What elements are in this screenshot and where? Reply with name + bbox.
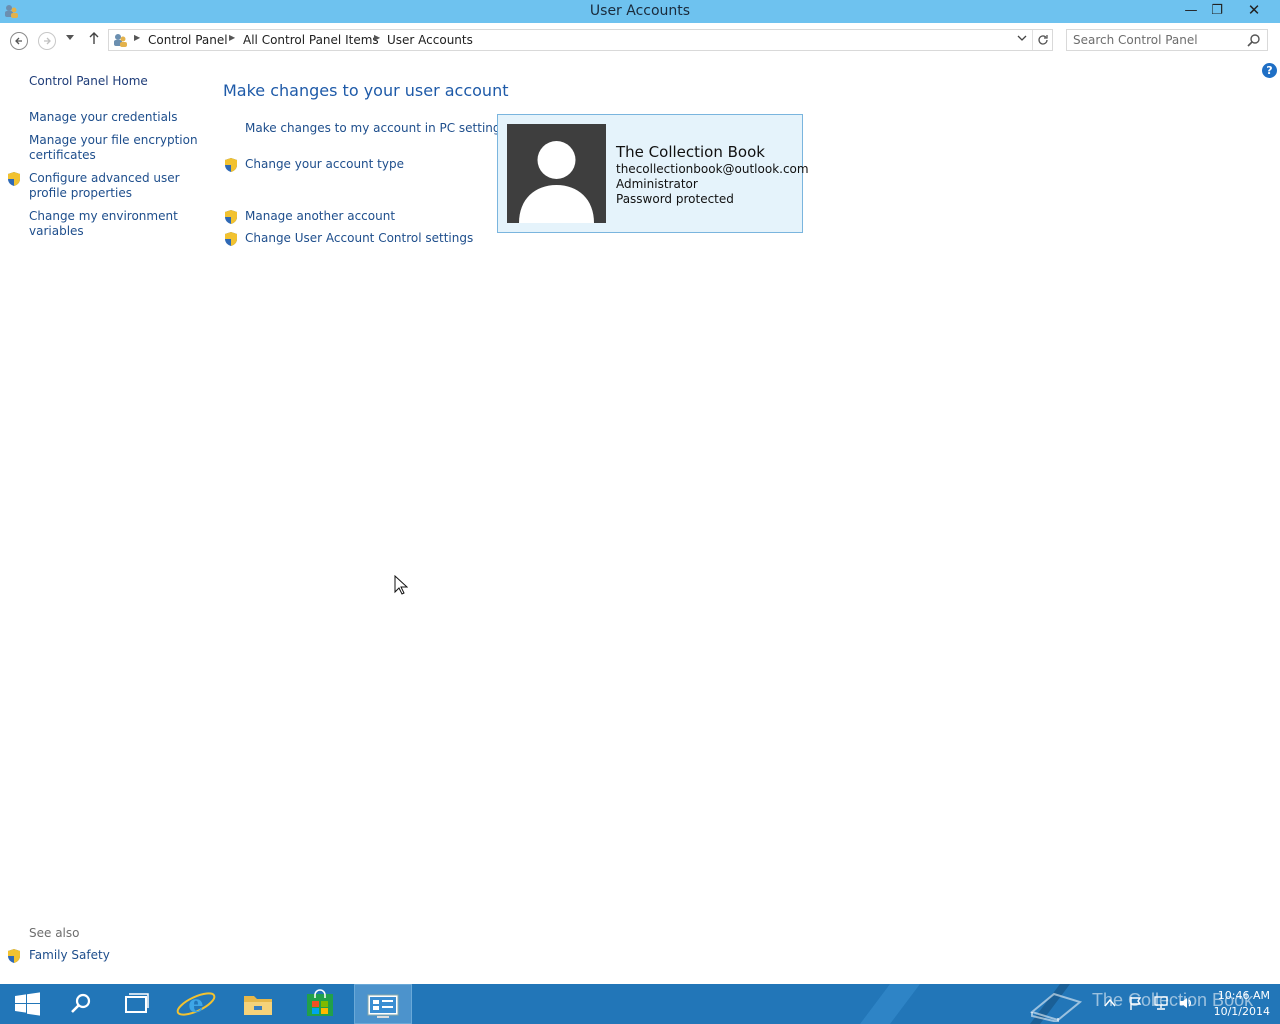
configure-advanced-profile-link[interactable]: Configure advanced user profile properti… <box>29 171 180 201</box>
manage-file-encryption-link[interactable]: Manage your file encryption certificates <box>29 133 198 163</box>
address-history-dropdown[interactable] <box>1014 32 1030 48</box>
up-button[interactable] <box>88 31 100 49</box>
breadcrumb-control-panel[interactable]: Control Panel <box>148 33 228 47</box>
arrow-left-icon <box>15 37 22 45</box>
uac-shield-icon <box>8 172 20 186</box>
search-input[interactable] <box>1073 32 1238 48</box>
control-panel-icon <box>367 994 399 1018</box>
control-panel-icon <box>114 34 127 47</box>
start-button[interactable] <box>0 984 56 1024</box>
store-icon <box>307 989 333 1016</box>
volume-icon[interactable] <box>1178 995 1196 1011</box>
uac-shield-icon <box>225 232 237 246</box>
task-view-button[interactable] <box>108 984 164 1024</box>
uac-shield-icon <box>8 949 20 963</box>
internet-explorer-button[interactable]: e <box>168 984 224 1024</box>
recent-locations-dropdown[interactable] <box>66 34 74 44</box>
mouse-cursor-icon <box>394 575 408 595</box>
arrow-up-icon <box>89 32 99 44</box>
chevron-down-icon <box>66 35 74 40</box>
search-icon[interactable] <box>1247 33 1261 47</box>
svg-text:e: e <box>188 989 203 1018</box>
uac-shield-icon <box>225 158 237 172</box>
search-box[interactable] <box>1066 29 1268 51</box>
search-icon <box>71 993 91 1013</box>
task-view-icon <box>125 993 149 1013</box>
change-environment-variables-link[interactable]: Change my environment variables <box>29 209 178 239</box>
forward-button[interactable] <box>38 32 56 50</box>
back-button[interactable] <box>10 32 28 50</box>
page-title: Make changes to your user account <box>223 81 509 100</box>
breadcrumb-all-control-panel-items[interactable]: All Control Panel Items <box>243 33 379 47</box>
account-role: Administrator <box>616 177 698 191</box>
arrow-right-icon <box>44 37 51 45</box>
restore-button[interactable]: ❐ <box>1204 0 1230 23</box>
book-logo-icon <box>1029 992 1083 1022</box>
start-icon <box>15 992 40 1016</box>
control-panel-taskbar-button[interactable] <box>354 984 412 1024</box>
change-account-type-link[interactable]: Change your account type <box>245 157 404 171</box>
see-also-label: See also <box>29 926 80 940</box>
refresh-icon <box>1038 35 1048 45</box>
avatar <box>507 124 606 223</box>
title-bar: User Accounts — ❐ ✕ <box>0 0 1280 23</box>
breadcrumb-separator-icon[interactable]: ▶ <box>229 33 235 42</box>
uac-settings-link[interactable]: Change User Account Control settings <box>245 231 473 245</box>
clock-time: 10:46 AM <box>1217 989 1270 1002</box>
pc-settings-link[interactable]: Make changes to my account in PC setting… <box>245 121 507 135</box>
store-button[interactable] <box>292 984 348 1024</box>
action-center-flag-icon[interactable] <box>1128 995 1144 1011</box>
account-email: thecollectionbook@outlook.com <box>616 162 809 176</box>
file-explorer-button[interactable] <box>230 984 286 1024</box>
clock[interactable]: 10:46 AM 10/1/2014 <box>1204 988 1270 1020</box>
internet-explorer-icon: e <box>176 989 216 1018</box>
window-title: User Accounts <box>589 3 691 19</box>
account-card: The Collection Book thecollectionbook@ou… <box>497 114 809 233</box>
file-explorer-icon <box>244 996 272 1015</box>
taskbar: e The Collection Book 10:46 AM 10/1/2014 <box>0 984 1280 1024</box>
manage-another-account-link[interactable]: Manage another account <box>245 209 395 223</box>
show-hidden-icons-icon[interactable] <box>1104 998 1116 1008</box>
help-button[interactable]: ? <box>1262 63 1277 78</box>
close-button[interactable]: ✕ <box>1230 0 1278 23</box>
uac-shield-icon <box>225 210 237 224</box>
account-name: The Collection Book <box>616 143 765 161</box>
family-safety-link[interactable]: Family Safety <box>29 948 110 963</box>
breadcrumb-separator-icon[interactable]: ▶ <box>134 33 140 42</box>
address-bar[interactable]: ▶ Control Panel ▶ All Control Panel Item… <box>108 29 1053 51</box>
minimize-button[interactable]: — <box>1178 0 1204 23</box>
breadcrumb-user-accounts[interactable]: User Accounts <box>387 33 473 47</box>
breadcrumb-separator-icon[interactable]: ▶ <box>374 33 380 42</box>
taskbar-search-button[interactable] <box>52 984 108 1024</box>
control-panel-home-link[interactable]: Control Panel Home <box>29 74 148 89</box>
clock-date: 10/1/2014 <box>1213 1005 1270 1018</box>
user-silhouette-icon <box>519 141 594 223</box>
manage-credentials-link[interactable]: Manage your credentials <box>29 110 178 125</box>
account-status: Password protected <box>616 192 734 206</box>
network-icon[interactable] <box>1153 995 1171 1011</box>
navigation-bar: ▶ Control Panel ▶ All Control Panel Item… <box>0 23 1280 59</box>
chevron-down-icon <box>1017 35 1027 41</box>
refresh-button[interactable] <box>1032 30 1053 50</box>
